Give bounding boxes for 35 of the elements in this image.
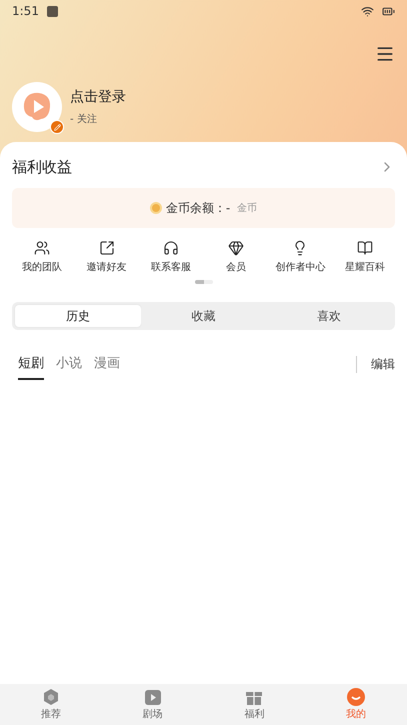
section-title: 福利收益 — [12, 158, 72, 176]
coin-balance-label: 金币余额：- — [166, 200, 230, 216]
shortcut-button[interactable]: 星耀百科 — [334, 240, 395, 274]
wifi-icon — [361, 4, 374, 18]
shortcut-button[interactable]: 会员 — [206, 240, 266, 274]
edit-button[interactable]: 编辑 — [356, 356, 395, 372]
status-time: 1:51 — [12, 4, 39, 18]
category-tab[interactable]: 小说 — [56, 354, 82, 380]
nav-item[interactable]: 福利 — [204, 684, 306, 725]
shortcut-button[interactable]: 创作者中心 — [270, 240, 330, 274]
coin-unit: 金币 — [237, 202, 258, 215]
follow-count: - 关注 — [70, 112, 98, 126]
shortcut-button[interactable]: 邀请好友 — [76, 240, 137, 274]
edit-icon[interactable] — [50, 120, 64, 134]
share-icon — [98, 240, 115, 256]
avatar-logo[interactable] — [12, 82, 62, 132]
battery-icon — [382, 4, 395, 18]
notification-icon — [46, 6, 58, 16]
book-icon — [356, 240, 373, 256]
people-icon — [34, 240, 50, 256]
headset-icon — [163, 240, 180, 256]
nav-item[interactable]: 推荐 — [0, 684, 102, 725]
shortcut-button[interactable]: 我的团队 — [12, 240, 72, 274]
category-tab[interactable]: 短剧 — [18, 354, 44, 380]
smile-icon — [347, 688, 366, 706]
hexagon-icon — [42, 688, 59, 706]
coin-icon — [150, 202, 162, 214]
category-tab[interactable]: 漫画 — [94, 354, 120, 380]
play-icon — [144, 688, 162, 706]
nav-item[interactable]: 剧场 — [102, 684, 204, 725]
diamond-icon — [228, 240, 244, 256]
login-prompt[interactable]: 点击登录 — [70, 88, 126, 106]
shortcut-button[interactable]: 联系客服 — [141, 240, 202, 274]
page-indicator — [194, 280, 212, 284]
tab[interactable]: 历史 — [15, 305, 141, 327]
